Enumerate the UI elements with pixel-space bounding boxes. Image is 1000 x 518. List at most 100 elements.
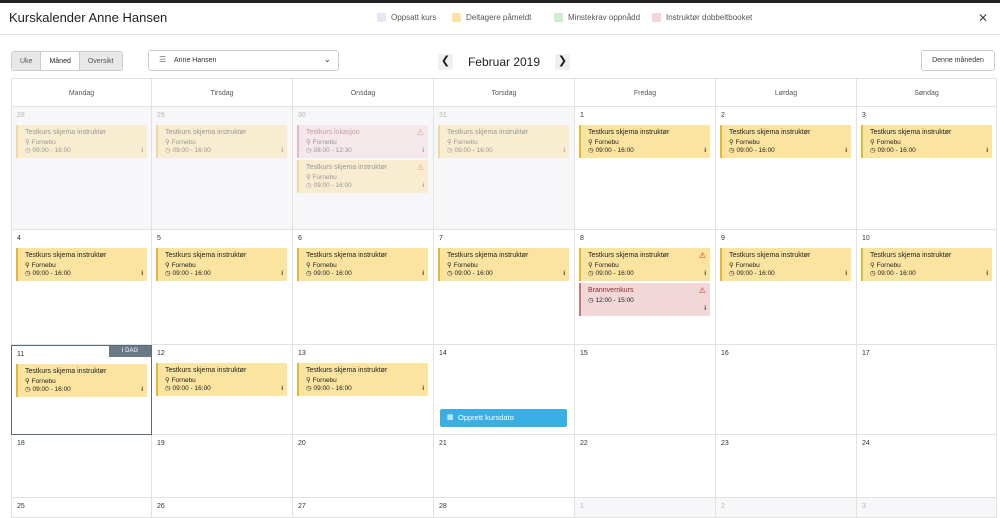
course-event[interactable]: Testkurs skjema instruktør ⚲ Fornebu ◷ 09:…	[720, 248, 851, 281]
day-cell[interactable]: 1	[575, 498, 716, 518]
day-cell[interactable]: 25	[11, 498, 152, 518]
course-event[interactable]: Brannvernkurs ◷ 12:00 - 15:00 ⚠ i	[579, 283, 710, 316]
course-event[interactable]: Testkurs skjema instruktør ⚲ Fornebu ◷ 09:…	[156, 363, 287, 396]
warning-icon: ⚠	[698, 286, 706, 295]
info-icon[interactable]: i	[563, 148, 565, 154]
day-cell[interactable]: 28	[434, 498, 575, 518]
info-icon[interactable]: i	[141, 387, 143, 393]
day-number: 22	[580, 440, 588, 447]
info-icon[interactable]: i	[141, 271, 143, 277]
prev-month-button[interactable]: ❮	[438, 54, 453, 70]
day-cell[interactable]: 17	[857, 345, 997, 435]
info-icon[interactable]: i	[422, 183, 424, 189]
course-event[interactable]: Testkurs skjema instruktør ⚲ Fornebu ◷ 09:…	[16, 364, 147, 397]
day-cell[interactable]: 13 Testkurs skjema instruktør ⚲ Fornebu ◷ 0…	[293, 345, 434, 435]
day-cell[interactable]: 29 Testkurs skjema instruktør ⚲ Fornebu ◷ 0…	[152, 107, 293, 230]
day-cell[interactable]: 23	[716, 435, 857, 498]
day-number: 9	[721, 235, 725, 242]
day-cell[interactable]: 26	[152, 498, 293, 518]
info-icon[interactable]: i	[986, 271, 988, 277]
day-cell[interactable]: 6 Testkurs skjema instruktør ⚲ Fornebu ◷ 09…	[293, 230, 434, 345]
day-cell[interactable]: 30 Testkurs lokasjon ⚲ Fornebu ◷ 08:00 - 12…	[293, 107, 434, 230]
legend-label: Deltagere påmeldt	[466, 13, 532, 22]
day-cell[interactable]: 24	[857, 435, 997, 498]
person-select[interactable]: ☰ Anne Hansen ⌄	[148, 50, 339, 71]
info-icon[interactable]: i	[986, 148, 988, 154]
event-title: Testkurs skjema instruktør	[306, 367, 388, 374]
event-location-row: ⚲ Fornebu	[306, 261, 337, 269]
day-number: 17	[862, 350, 870, 357]
day-cell[interactable]: 20	[293, 435, 434, 498]
event-time: 09:00 - 16:00	[32, 147, 71, 154]
day-cell[interactable]: 3 Testkurs skjema instruktør ⚲ Fornebu ◷ 09…	[857, 107, 997, 230]
info-icon[interactable]: i	[563, 271, 565, 277]
info-icon[interactable]: i	[704, 148, 706, 154]
day-cell[interactable]: 21	[434, 435, 575, 498]
view-overview-button[interactable]: Oversikt	[79, 52, 122, 70]
day-cell[interactable]: 15	[575, 345, 716, 435]
day-cell[interactable]: 2	[716, 498, 857, 518]
course-event[interactable]: Testkurs skjema instruktør ⚲ Fornebu ◷ 09:…	[438, 248, 569, 281]
month-label: Februar 2019	[467, 55, 541, 69]
create-course-date-label: Opprett kursdato	[458, 413, 514, 422]
view-month-button[interactable]: Måned	[41, 52, 80, 70]
course-event[interactable]: Testkurs skjema instruktør ⚲ Fornebu ◷ 09:…	[156, 125, 287, 158]
day-cell[interactable]: 28 Testkurs skjema instruktør ⚲ Fornebu ◷ 0…	[11, 107, 152, 230]
info-icon[interactable]: i	[281, 386, 283, 392]
event-location-row: ⚲ Fornebu	[165, 261, 196, 269]
course-event[interactable]: Testkurs skjema instruktør ⚲ Fornebu ◷ 09:…	[438, 125, 569, 158]
day-cell[interactable]: 7 Testkurs skjema instruktør ⚲ Fornebu ◷ 09…	[434, 230, 575, 345]
day-cell[interactable]: 14 ▦ Opprett kursdato	[434, 345, 575, 435]
course-event[interactable]: Testkurs skjema instruktør ⚲ Fornebu ◷ 09:…	[579, 125, 710, 158]
day-cell[interactable]: 22	[575, 435, 716, 498]
day-cell[interactable]: 31 Testkurs skjema instruktør ⚲ Fornebu ◷ 0…	[434, 107, 575, 230]
close-icon[interactable]: ✕	[978, 11, 988, 25]
day-cell[interactable]: 9 Testkurs skjema instruktør ⚲ Fornebu ◷ 09…	[716, 230, 857, 345]
next-month-button[interactable]: ❯	[555, 54, 570, 70]
info-icon[interactable]: i	[422, 148, 424, 154]
day-cell[interactable]: 3	[857, 498, 997, 518]
info-icon[interactable]: i	[845, 271, 847, 277]
view-week-button[interactable]: Uke	[12, 52, 42, 70]
day-number: 15	[580, 350, 588, 357]
info-icon[interactable]: i	[141, 148, 143, 154]
course-event[interactable]: Testkurs skjema instruktør ⚲ Fornebu ◷ 09:…	[720, 125, 851, 158]
day-cell[interactable]: 16	[716, 345, 857, 435]
day-cell[interactable]: 5 Testkurs skjema instruktør ⚲ Fornebu ◷ 09…	[152, 230, 293, 345]
info-icon[interactable]: i	[422, 271, 424, 277]
day-cell[interactable]: 4 Testkurs skjema instruktør ⚲ Fornebu ◷ 09…	[11, 230, 152, 345]
event-location-row: ⚲ Fornebu	[25, 377, 56, 385]
course-event[interactable]: Testkurs skjema instruktør ⚲ Fornebu ◷ 09:…	[297, 248, 428, 281]
event-time-row: ◷ 09:00 - 16:00	[588, 146, 634, 154]
course-event[interactable]: Testkurs skjema instruktør ⚲ Fornebu ◷ 09:…	[16, 248, 147, 281]
day-cell[interactable]: 18	[11, 435, 152, 498]
course-event[interactable]: Testkurs skjema instruktør ⚲ Fornebu ◷ 09:…	[297, 363, 428, 396]
day-cell[interactable]: 27	[293, 498, 434, 518]
course-event[interactable]: Testkurs skjema instruktør ⚲ Fornebu ◷ 09:…	[297, 160, 428, 193]
course-event[interactable]: Testkurs skjema instruktør ⚲ Fornebu ◷ 09:…	[16, 125, 147, 158]
this-month-button[interactable]: Denne måneden	[921, 50, 995, 71]
course-event[interactable]: Testkurs skjema instruktør ⚲ Fornebu ◷ 09:…	[156, 248, 287, 281]
info-icon[interactable]: i	[281, 271, 283, 277]
info-icon[interactable]: i	[704, 306, 706, 312]
event-time-row: ◷ 09:00 - 16:00	[447, 146, 493, 154]
day-cell[interactable]: 11 I DAG Testkurs skjema instruktør ⚲ Forne…	[11, 345, 152, 435]
day-number: 21	[439, 440, 447, 447]
day-cell[interactable]: 10 Testkurs skjema instruktør ⚲ Fornebu ◷ 0…	[857, 230, 997, 345]
course-event[interactable]: Testkurs skjema instruktør ⚲ Fornebu ◷ 09:…	[861, 248, 992, 281]
info-icon[interactable]: i	[704, 271, 706, 277]
info-icon[interactable]: i	[422, 386, 424, 392]
day-cell[interactable]: 12 Testkurs skjema instruktør ⚲ Fornebu ◷ 0…	[152, 345, 293, 435]
info-icon[interactable]: i	[281, 148, 283, 154]
day-cell[interactable]: 2 Testkurs skjema instruktør ⚲ Fornebu ◷ 09…	[716, 107, 857, 230]
info-icon[interactable]: i	[845, 148, 847, 154]
create-course-date-button[interactable]: ▦ Opprett kursdato	[440, 409, 567, 427]
event-location: Fornebu	[453, 262, 478, 269]
legend-swatch	[452, 13, 461, 22]
course-event[interactable]: Testkurs skjema instruktør ⚲ Fornebu ◷ 09:…	[861, 125, 992, 158]
day-cell[interactable]: 19	[152, 435, 293, 498]
day-cell[interactable]: 8 Testkurs skjema instruktør ⚲ Fornebu ◷ 09…	[575, 230, 716, 345]
course-event[interactable]: Testkurs lokasjon ⚲ Fornebu ◷ 08:00 - 12:3…	[297, 125, 428, 158]
day-cell[interactable]: 1 Testkurs skjema instruktør ⚲ Fornebu ◷ 09…	[575, 107, 716, 230]
course-event[interactable]: Testkurs skjema instruktør ⚲ Fornebu ◷ 09:…	[579, 248, 710, 281]
